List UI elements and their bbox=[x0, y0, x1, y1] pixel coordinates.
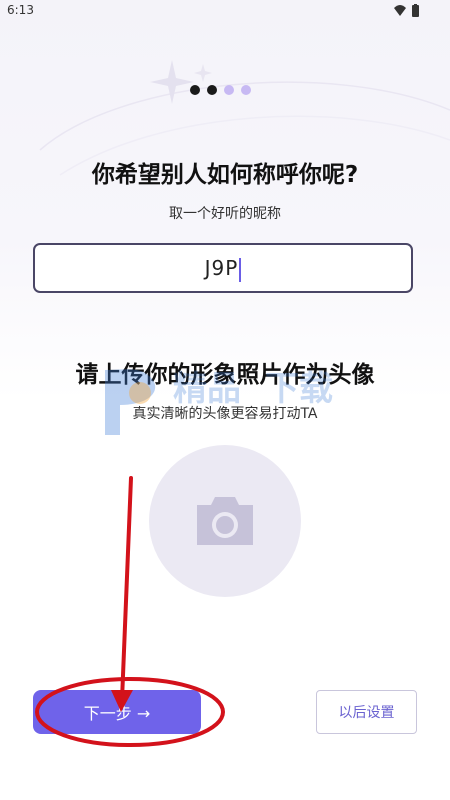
sparkle-small-icon bbox=[194, 64, 212, 82]
nickname-title: 你希望别人如何称呼你呢? bbox=[91, 162, 359, 188]
nickname-input[interactable]: J9P bbox=[33, 243, 413, 293]
avatar-upload[interactable] bbox=[149, 445, 301, 597]
next-button[interactable]: 下一步 → bbox=[33, 690, 201, 734]
step-dot-4 bbox=[241, 85, 251, 95]
status-icons bbox=[394, 4, 419, 17]
wifi-icon bbox=[394, 5, 406, 16]
nickname-text: J9P bbox=[204, 256, 239, 280]
nickname-subtitle: 取一个好听的昵称 bbox=[169, 206, 281, 222]
step-dot-2 bbox=[207, 85, 217, 95]
later-button[interactable]: 以后设置 bbox=[316, 690, 417, 734]
step-dot-3 bbox=[224, 85, 234, 95]
svg-text:下载: 下载 bbox=[265, 369, 333, 409]
nickname-input-value[interactable]: J9P bbox=[35, 245, 411, 291]
svg-text:精品: 精品 bbox=[173, 369, 241, 409]
camera-icon bbox=[197, 497, 253, 545]
watermark-logo: 精品 下载 bbox=[105, 369, 333, 435]
battery-icon bbox=[412, 5, 419, 17]
status-bar: 6:13 bbox=[0, 0, 450, 22]
text-caret bbox=[239, 257, 242, 282]
step-dot-1 bbox=[190, 85, 200, 95]
status-time: 6:13 bbox=[7, 3, 34, 17]
